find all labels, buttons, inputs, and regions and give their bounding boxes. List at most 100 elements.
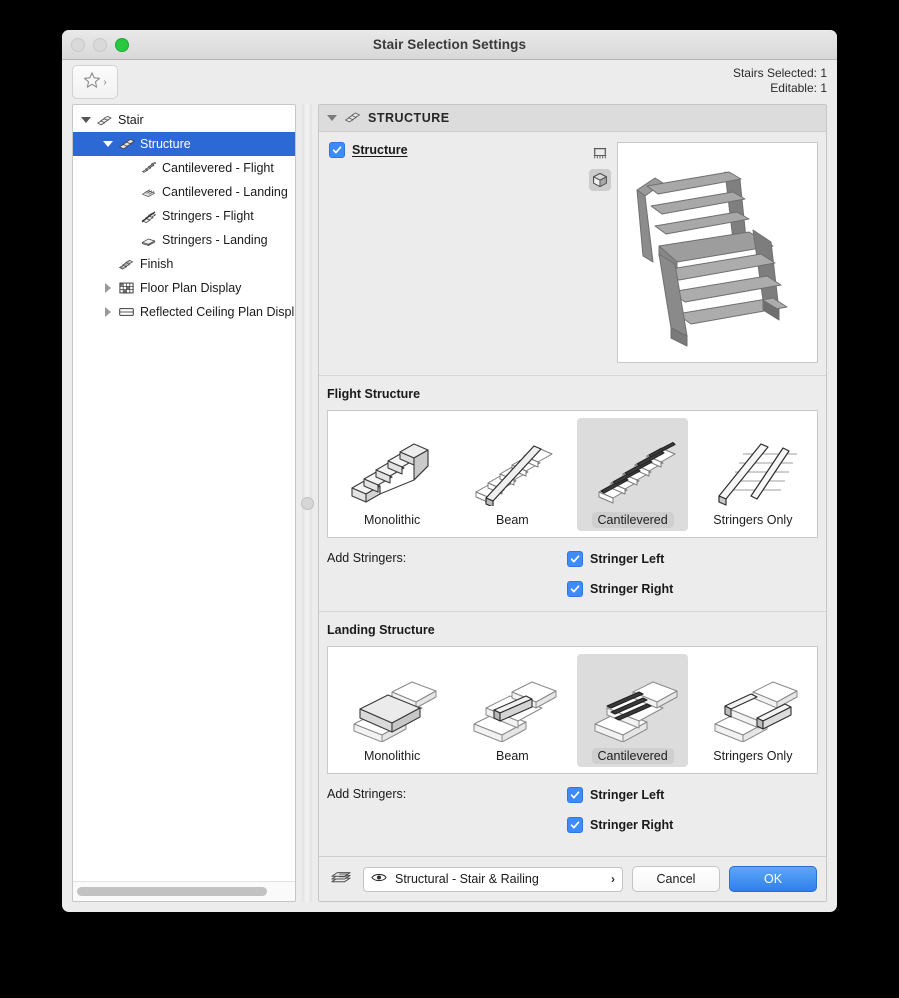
landing-option-monolithic[interactable]: Monolithic — [337, 654, 448, 767]
tree-item-label: Floor Plan Display — [140, 281, 242, 295]
structure-left-column: Structure — [329, 142, 587, 363]
stair-3d-preview[interactable] — [617, 142, 818, 363]
stringers-flight-icon — [137, 209, 159, 224]
chevron-down-icon[interactable] — [79, 117, 93, 123]
flight-stringer-left-label: Stringer Left — [590, 552, 665, 566]
tree-item-floor-plan-display[interactable]: Floor Plan Display — [73, 276, 295, 300]
landing-option-stringers-only[interactable]: Stringers Only — [697, 654, 808, 767]
landing-stringer-right-checkbox[interactable] — [567, 817, 583, 833]
beam-landing-icon — [464, 660, 560, 744]
cancel-button[interactable]: Cancel — [632, 866, 720, 892]
traffic-light-group — [71, 37, 129, 52]
flight-option-cantilevered[interactable]: Cantilevered — [577, 418, 689, 531]
chevron-right-icon[interactable]: › — [611, 872, 615, 886]
tree-item-cantilevered-landing[interactable]: Cantilevered - Landing — [73, 180, 295, 204]
tree-item-reflected-ceiling-plan-displ[interactable]: Reflected Ceiling Plan Displ — [73, 300, 295, 324]
pane-splitter[interactable] — [296, 104, 318, 902]
tree-item-label: Finish — [140, 257, 174, 271]
chevron-right-icon[interactable] — [101, 307, 115, 317]
landing-stringer-right-label: Stringer Right — [590, 818, 674, 832]
close-button[interactable] — [71, 37, 85, 52]
landing-stringer-left-label: Stringer Left — [590, 788, 665, 802]
flight-structure-options[interactable]: Monolithic Beam Cantilevered Stringers Only — [327, 410, 818, 538]
splitter-handle[interactable] — [300, 496, 314, 510]
landing-option-beam[interactable]: Beam — [457, 654, 568, 767]
flight-structure-section: Flight Structure Monolithic Beam Cantileve… — [319, 376, 826, 611]
landing-option-cantilevered[interactable]: Cantilevered — [577, 654, 689, 767]
tree-scrollbar-thumb[interactable] — [77, 887, 267, 896]
stringers-landing-icon — [137, 235, 159, 246]
window-titlebar: Stair Selection Settings — [62, 30, 837, 60]
flight-option-label: Cantilevered — [591, 512, 674, 528]
flight-stringer-left-row[interactable]: Stringer Left — [567, 551, 673, 567]
star-icon — [83, 71, 101, 94]
tree-item-label: Reflected Ceiling Plan Displ — [140, 305, 295, 319]
structure-icon — [115, 137, 137, 151]
landing-option-label: Monolithic — [363, 749, 421, 763]
flight-stringer-checkboxes: Stringer Left Stringer Right — [567, 551, 673, 597]
finish-icon — [115, 257, 137, 271]
flight-stringer-right-label: Stringer Right — [590, 582, 674, 596]
flight-option-label: Stringers Only — [713, 513, 793, 527]
editable-count: Editable: 1 — [770, 81, 827, 95]
monolithic-landing-icon — [344, 660, 440, 744]
structure-checkbox-row[interactable]: Structure — [329, 142, 587, 158]
landing-stringer-left-checkbox[interactable] — [567, 787, 583, 803]
landing-stringer-right-row[interactable]: Stringer Right — [567, 817, 673, 833]
layers-icon[interactable] — [328, 869, 354, 889]
landing-structure-title: Landing Structure — [327, 623, 435, 637]
zoom-button[interactable] — [115, 37, 129, 52]
landing-stringer-checkboxes: Stringer Left Stringer Right — [567, 787, 673, 833]
landing-option-label: Cantilevered — [591, 748, 674, 764]
stairs-selected-count: Stairs Selected: 1 — [732, 66, 827, 80]
tree-item-cantilevered-flight[interactable]: Cantilevered - Flight — [73, 156, 295, 180]
layer-combo-box[interactable]: Structural - Stair & Railing › — [363, 866, 623, 892]
structure-checkbox-label: Structure — [352, 143, 408, 157]
minimize-button[interactable] — [93, 37, 107, 52]
tree-item-stringers-flight[interactable]: Stringers - Flight — [73, 204, 295, 228]
tree-item-stair[interactable]: Stair — [73, 108, 295, 132]
tree-item-label: Stair — [118, 113, 144, 127]
stringers-only-flight-icon — [705, 424, 801, 508]
window-body: Stair Structure Cantilevered - Flight Canti… — [62, 104, 837, 912]
eye-icon — [371, 872, 387, 886]
chevron-down-icon[interactable] — [101, 141, 115, 147]
cantilevered-landing-icon — [585, 660, 681, 744]
stair-icon — [93, 113, 115, 127]
flight-stringer-right-checkbox[interactable] — [567, 581, 583, 597]
structure-section-header[interactable]: STRUCTURE — [319, 105, 826, 132]
chevron-down-icon[interactable] — [327, 115, 337, 121]
3d-view-icon[interactable] — [589, 169, 611, 191]
tree-item-label: Cantilevered - Flight — [162, 161, 274, 175]
tree-item-finish[interactable]: Finish — [73, 252, 295, 276]
flight-stringer-right-row[interactable]: Stringer Right — [567, 581, 673, 597]
structure-checkbox[interactable] — [329, 142, 345, 158]
flight-option-beam[interactable]: Beam — [457, 418, 568, 531]
rcp-icon — [115, 306, 137, 318]
flight-option-label: Monolithic — [363, 513, 421, 527]
chevron-right-icon[interactable] — [101, 283, 115, 293]
structure-section-title: STRUCTURE — [368, 111, 450, 125]
tree-item-stringers-landing[interactable]: Stringers - Landing — [73, 228, 295, 252]
landing-add-stringers-row: Add Stringers: Stringer Left Stringer Ri… — [327, 774, 818, 847]
landing-structure-options[interactable]: Monolithic Beam Cantilevered Stringers Only — [327, 646, 818, 774]
structure-block: Structure — [319, 132, 826, 375]
flight-stringer-left-checkbox[interactable] — [567, 551, 583, 567]
flight-option-stringers-only[interactable]: Stringers Only — [697, 418, 808, 531]
flight-option-monolithic[interactable]: Monolithic — [337, 418, 448, 531]
beam-flight-icon — [464, 424, 560, 508]
tree-horizontal-scrollbar[interactable] — [73, 881, 295, 901]
layer-combo-value: Structural - Stair & Railing — [395, 872, 539, 886]
section-view-icon[interactable] — [589, 142, 611, 164]
favorites-button[interactable]: › — [72, 65, 118, 99]
tree-item-structure[interactable]: Structure — [73, 132, 295, 156]
ok-button[interactable]: OK — [729, 866, 817, 892]
flight-option-label: Beam — [496, 513, 529, 527]
settings-tree[interactable]: Stair Structure Cantilevered - Flight Canti… — [73, 105, 295, 881]
landing-stringer-left-row[interactable]: Stringer Left — [567, 787, 673, 803]
selection-info: Stairs Selected: 1 Editable: 1 — [733, 66, 827, 96]
landing-option-label: Stringers Only — [713, 749, 793, 763]
landing-structure-section: Landing Structure Monolithic Beam Cantilev… — [319, 612, 826, 847]
monolithic-flight-icon — [344, 424, 440, 508]
settings-tree-pane: Stair Structure Cantilevered - Flight Canti… — [72, 104, 296, 902]
